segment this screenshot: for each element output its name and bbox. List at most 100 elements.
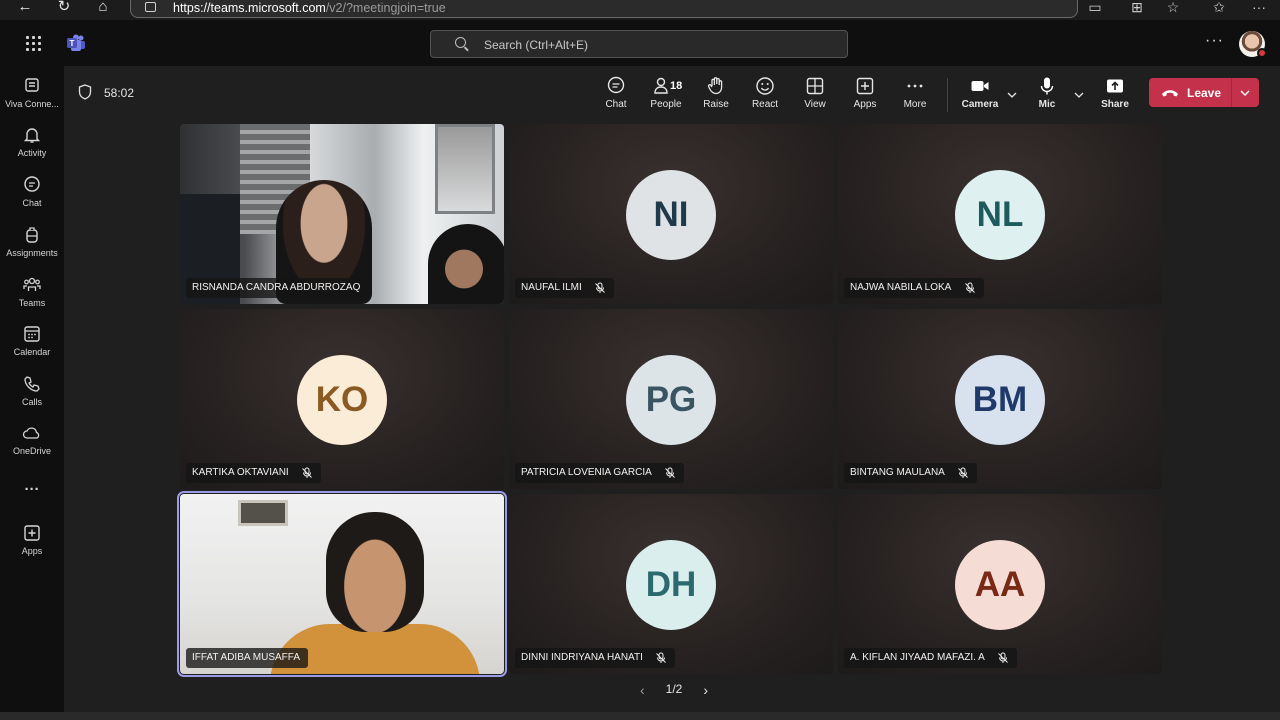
camera-button[interactable]: Camera: [955, 76, 1005, 122]
rail-item-onedrive[interactable]: OneDrive: [0, 423, 64, 469]
app-available-icon[interactable]: ▭: [1086, 0, 1104, 16]
rail-label: Chat: [22, 198, 42, 208]
rail-item-chat[interactable]: Chat: [0, 175, 64, 221]
refresh-icon[interactable]: ↻: [53, 0, 75, 16]
more-icon: ···: [24, 481, 40, 498]
add-app-icon: [856, 77, 874, 95]
url-text: https://teams.microsoft.com/v2/?meetingj…: [173, 1, 446, 15]
mic-button[interactable]: Mic: [1022, 76, 1072, 122]
chat-button[interactable]: Chat: [591, 76, 641, 122]
mic-options-chevron-icon[interactable]: [1072, 88, 1086, 102]
apps-button[interactable]: Apps: [840, 76, 890, 122]
settings-more-button[interactable]: ···: [1205, 32, 1224, 50]
leave-options-chevron-icon[interactable]: [1238, 86, 1252, 100]
participant-tile[interactable]: DH DINNI INDRIYANA HANATI: [509, 494, 833, 674]
browser-toolbar: ← ↻ ⌂ https://teams.microsoft.com/v2/?me…: [0, 0, 1280, 20]
participant-avatar: AA: [955, 540, 1045, 630]
mic-off-icon: [958, 467, 969, 478]
participant-avatar: KO: [297, 355, 387, 445]
favorites-icon[interactable]: ✩: [1210, 0, 1228, 16]
url-path: /v2/?meetingjoin=true: [325, 1, 446, 15]
participant-name: PATRICIA LOVENIA GARCIA: [521, 467, 652, 478]
leave-button[interactable]: Leave: [1149, 78, 1259, 107]
rail-label: Activity: [17, 148, 47, 158]
participant-name-tag: DINNI INDRIYANA HANATI: [515, 648, 676, 668]
rail-item-viva-connections[interactable]: Viva Conne...: [0, 76, 64, 122]
rail-item-calls[interactable]: Calls: [0, 374, 64, 420]
browser-menu-icon[interactable]: ···: [1250, 0, 1268, 16]
participant-tile[interactable]: IFFAT ADIBA MUSAFFA: [177, 491, 507, 677]
leave-label: Leave: [1187, 86, 1222, 100]
phone-icon: [24, 376, 40, 392]
rail-item-assignments[interactable]: Assignments: [0, 225, 64, 271]
previous-page-icon[interactable]: ‹: [640, 682, 645, 698]
url-host: https://teams.microsoft.com: [173, 1, 326, 15]
react-label: React: [751, 99, 779, 110]
participant-tile[interactable]: NI NAUFAL ILMI: [509, 124, 833, 304]
react-button[interactable]: React: [740, 76, 790, 122]
rail-item-more[interactable]: ···: [0, 478, 64, 524]
mic-off-icon: [964, 282, 975, 293]
mic-off-icon: [665, 467, 676, 478]
mic-off-icon: [302, 467, 313, 478]
app-launcher-icon[interactable]: [26, 36, 42, 52]
svg-text:T: T: [70, 39, 75, 48]
participant-name: RISNANDA CANDRA ABDURROZAQ: [192, 282, 361, 293]
teams-icon: [23, 277, 41, 291]
shield-icon[interactable]: [78, 84, 92, 100]
participant-name-tag: PATRICIA LOVENIA GARCIA: [515, 463, 685, 483]
participant-name-tag: NAUFAL ILMI: [515, 278, 615, 298]
mic-off-icon: [656, 652, 667, 663]
participant-tile[interactable]: AA A. KIFLAN JIYAAD MAFAZI. A: [838, 494, 1162, 674]
search-placeholder: Search (Ctrl+Alt+E): [484, 38, 589, 52]
view-button[interactable]: View: [790, 76, 840, 122]
participant-tile[interactable]: BM BINTANG MAULANA: [838, 309, 1162, 489]
participant-name: NAUFAL ILMI: [521, 282, 582, 293]
participant-name-tag: RISNANDA CANDRA ABDURROZAQ: [186, 278, 369, 298]
camera-icon: [971, 81, 989, 91]
share-screen-icon: [1107, 79, 1123, 93]
participant-tile[interactable]: RISNANDA CANDRA ABDURROZAQ: [180, 124, 504, 304]
meeting-stage: 58:02 Chat 18 People Raise React View Ap…: [64, 66, 1280, 720]
bell-icon: [23, 128, 41, 143]
more-button[interactable]: More: [890, 76, 940, 122]
favorite-star-icon[interactable]: ☆: [1164, 0, 1182, 16]
raise-hand-button[interactable]: Raise: [691, 76, 741, 122]
raise-label: Raise: [703, 99, 729, 110]
rail-label: Apps: [21, 546, 43, 556]
participant-video: [180, 494, 504, 674]
user-avatar[interactable]: [1239, 31, 1267, 58]
back-arrow-icon[interactable]: ←: [14, 0, 36, 16]
rail-item-calendar[interactable]: Calendar: [0, 324, 64, 370]
rail-label: Calendar: [13, 347, 51, 357]
participant-video: [180, 124, 504, 304]
search-box[interactable]: Search (Ctrl+Alt+E): [430, 30, 848, 58]
rail-item-activity[interactable]: Activity: [0, 125, 64, 171]
participant-avatar: DH: [626, 540, 716, 630]
rail-item-apps[interactable]: Apps: [0, 523, 64, 569]
participant-tile[interactable]: KO KARTIKA OKTAVIANI: [180, 309, 504, 489]
people-count: 18: [670, 80, 683, 92]
home-icon[interactable]: ⌂: [92, 0, 114, 16]
address-bar[interactable]: https://teams.microsoft.com/v2/?meetingj…: [130, 0, 1078, 18]
participant-tile[interactable]: NL NAJWA NABILA LOKA: [838, 124, 1162, 304]
next-page-icon[interactable]: ›: [703, 682, 708, 698]
camera-options-chevron-icon[interactable]: [1005, 88, 1019, 102]
chat-icon: [607, 76, 625, 94]
people-label: People: [650, 99, 682, 110]
participant-name-tag: KARTIKA OKTAVIANI: [186, 463, 322, 483]
people-button[interactable]: 18 People: [641, 76, 691, 122]
chat-label: Chat: [605, 99, 627, 110]
lock-icon: [145, 2, 156, 12]
participant-name: IFFAT ADIBA MUSAFFA: [192, 652, 300, 663]
window-bottom-edge: [0, 712, 1280, 720]
teams-header: T Search (Ctrl+Alt+E) ···: [0, 20, 1280, 66]
participant-name: BINTANG MAULANA: [850, 467, 945, 478]
rail-item-teams[interactable]: Teams: [0, 275, 64, 321]
share-button[interactable]: Share: [1090, 76, 1140, 122]
split-screen-icon[interactable]: ⊞: [1128, 0, 1146, 16]
calendar-icon: [24, 326, 40, 342]
mic-off-icon: [998, 652, 1009, 663]
participant-tile[interactable]: PG PATRICIA LOVENIA GARCIA: [509, 309, 833, 489]
apps-label: Apps: [853, 99, 877, 110]
